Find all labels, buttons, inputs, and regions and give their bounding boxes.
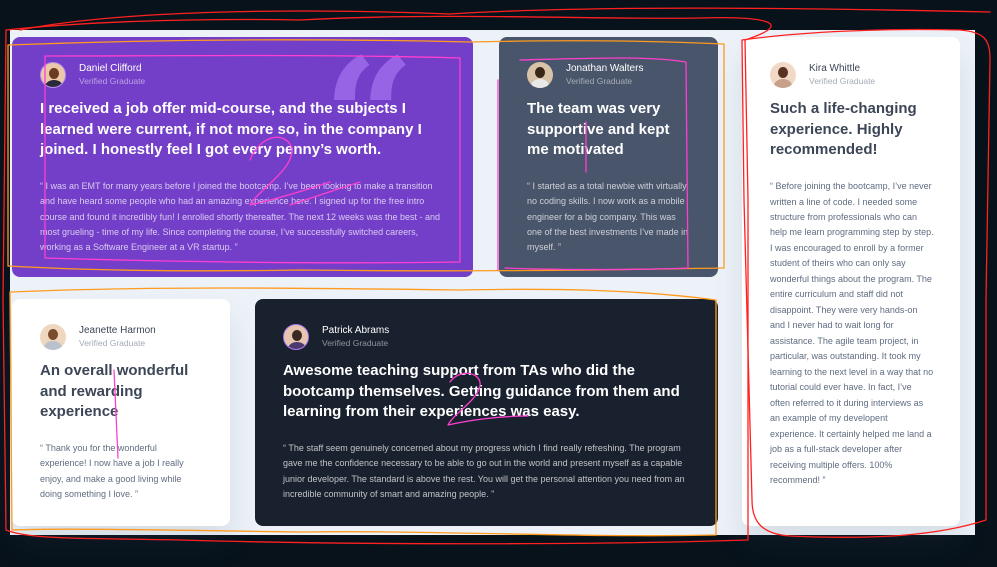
avatar bbox=[40, 324, 66, 350]
red-outline-top bbox=[19, 7, 991, 31]
author: Patrick Abrams Verified Graduate bbox=[283, 323, 692, 351]
author: Kira Whittle Verified Graduate bbox=[770, 61, 934, 89]
avatar bbox=[283, 324, 309, 350]
testimonial-headline: Such a life-changing experience. Highly … bbox=[770, 100, 917, 159]
testimonial-card-patrick: Patrick Abrams Verified Graduate Awesome… bbox=[255, 299, 718, 526]
testimonial-headline: Awesome teaching support from TAs who di… bbox=[283, 362, 680, 421]
testimonial-card-jonathan: Jonathan Walters Verified Graduate The t… bbox=[499, 37, 718, 277]
testimonial-card-kira: Kira Whittle Verified Graduate Such a li… bbox=[742, 37, 960, 526]
avatar bbox=[527, 62, 553, 88]
testimonial-quote: “ Before joining the bootcamp, I’ve neve… bbox=[770, 181, 934, 485]
author: Jonathan Walters Verified Graduate bbox=[527, 61, 692, 89]
author-role: Verified Graduate bbox=[79, 337, 146, 348]
author-name: Jeanette Harmon bbox=[79, 325, 156, 337]
author-name: Jonathan Walters bbox=[566, 63, 644, 75]
testimonials-section: “ Daniel Clifford Verified Graduate I re… bbox=[10, 30, 975, 535]
avatar bbox=[770, 62, 796, 88]
author-role: Verified Graduate bbox=[566, 75, 633, 86]
testimonial-quote: “ I was an EMT for many years before I j… bbox=[40, 181, 441, 253]
author: Jeanette Harmon Verified Graduate bbox=[40, 323, 204, 351]
author-role: Verified Graduate bbox=[809, 75, 876, 86]
author-name: Patrick Abrams bbox=[322, 325, 390, 337]
testimonial-quote: “ I started as a total newbie with virtu… bbox=[527, 181, 689, 253]
author-name: Daniel Clifford bbox=[79, 63, 142, 75]
testimonial-card-jeanette: Jeanette Harmon Verified Graduate An ove… bbox=[12, 299, 230, 526]
testimonial-headline: I received a job offer mid-course, and t… bbox=[40, 100, 422, 159]
author: Daniel Clifford Verified Graduate bbox=[40, 61, 447, 89]
avatar bbox=[40, 62, 66, 88]
author-role: Verified Graduate bbox=[79, 75, 146, 86]
testimonial-quote: “ Thank you for the wonderful experience… bbox=[40, 443, 184, 499]
testimonial-headline: An overall wonderful and rewarding exper… bbox=[40, 362, 189, 421]
author-name: Kira Whittle bbox=[809, 63, 861, 75]
testimonial-quote: “ The staff seem genuinely concerned abo… bbox=[283, 443, 685, 499]
testimonial-headline: The team was very supportive and kept me… bbox=[527, 100, 670, 159]
author-role: Verified Graduate bbox=[322, 337, 389, 348]
testimonial-card-daniel: “ Daniel Clifford Verified Graduate I re… bbox=[12, 37, 473, 277]
